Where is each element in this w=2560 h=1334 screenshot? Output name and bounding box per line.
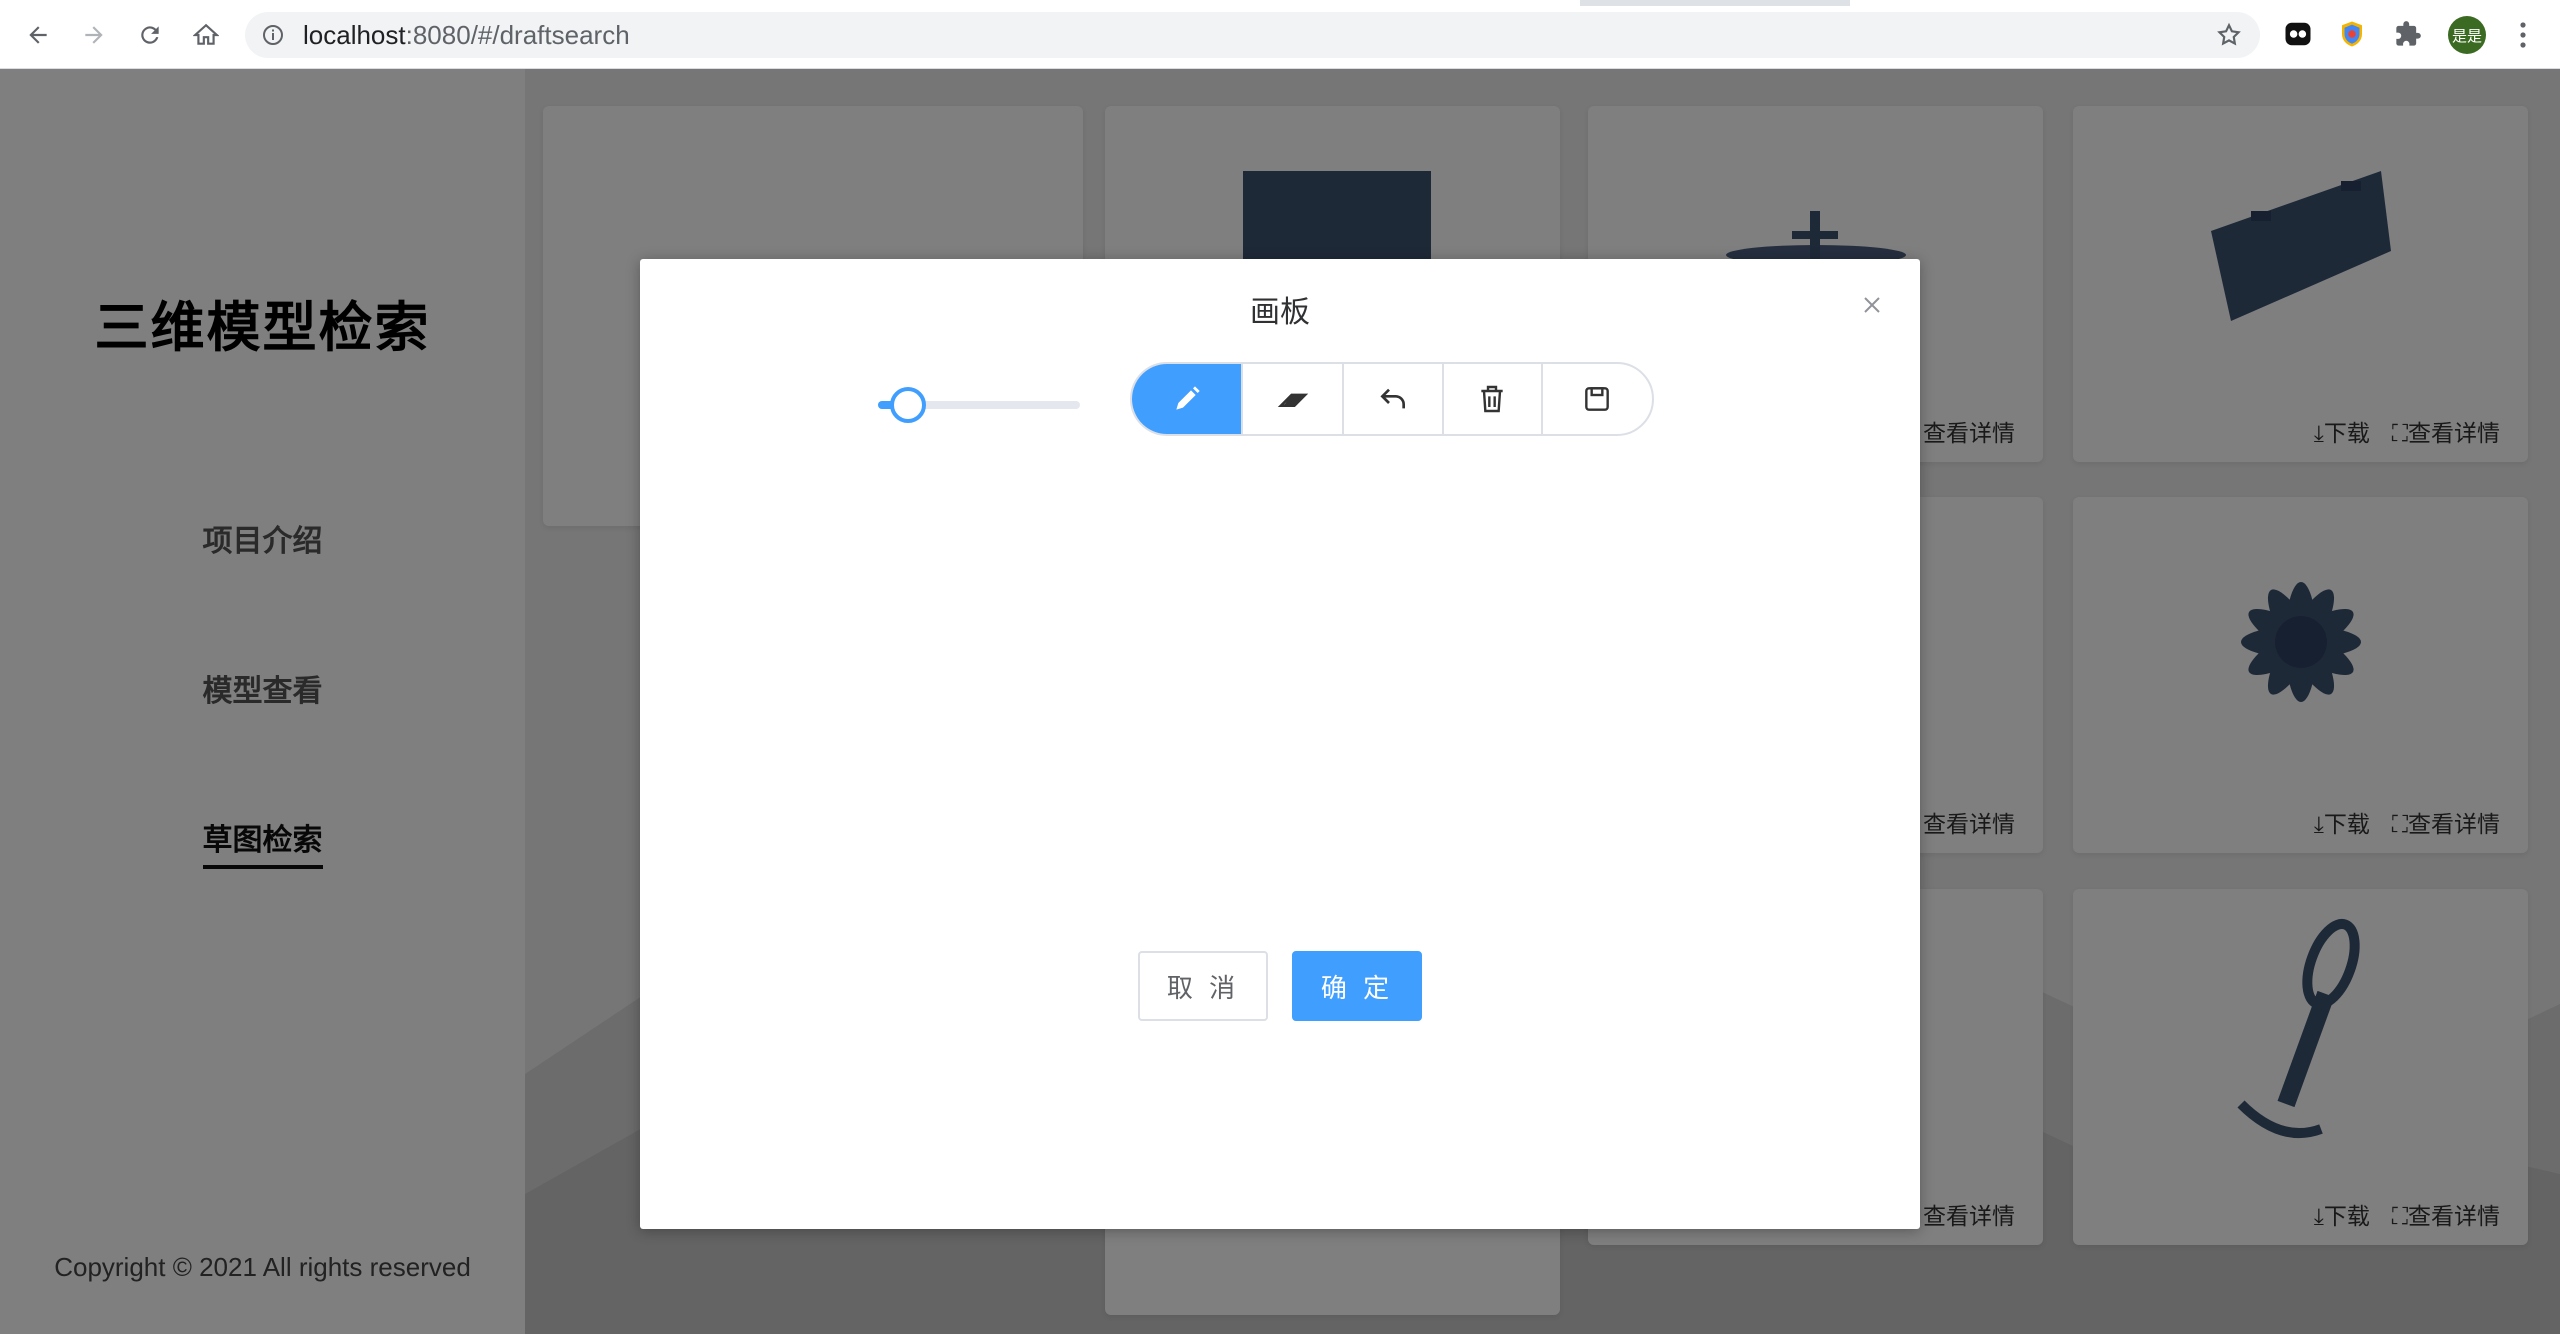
info-icon[interactable] (261, 23, 285, 47)
extensions-puzzle-icon[interactable] (2392, 18, 2424, 50)
tab-strip (0, 0, 2560, 6)
eraser-icon (1277, 393, 1308, 407)
url-text: localhost:8080/#/draftsearch (303, 20, 630, 50)
browser-toolbar: localhost:8080/#/draftsearch 是是 (0, 0, 2560, 69)
slider-handle[interactable] (890, 387, 926, 423)
confirm-button[interactable]: 确 定 (1292, 951, 1422, 1021)
forward-button[interactable] (74, 15, 114, 55)
clear-button[interactable] (1441, 364, 1541, 434)
eraser-tool-button[interactable] (1241, 364, 1342, 434)
brush-size-slider[interactable] (878, 385, 1080, 425)
arrow-right-icon (85, 26, 103, 44)
close-icon (1864, 297, 1880, 313)
pencil-icon (1175, 386, 1200, 410)
undo-button[interactable] (1342, 364, 1441, 434)
pencil-tool-button[interactable] (1132, 364, 1242, 434)
bookmark-star-icon[interactable] (2216, 22, 2242, 48)
profile-avatar[interactable]: 是是 (2448, 16, 2486, 54)
drawing-toolbar (1130, 362, 1654, 436)
save-button[interactable] (1540, 364, 1652, 434)
undo-icon (1380, 388, 1405, 409)
extension-ghost-icon[interactable] (2282, 18, 2314, 50)
drawing-board-dialog: 画板 (640, 259, 1920, 1229)
reload-button[interactable] (130, 15, 170, 55)
home-icon (193, 23, 219, 45)
home-button[interactable] (186, 15, 226, 55)
url-host: localhost (303, 20, 406, 50)
back-button[interactable] (18, 15, 58, 55)
cancel-button[interactable]: 取 消 (1138, 951, 1268, 1021)
page: 三维模型检索 项目介绍 模型查看 草图检索 Copyright © 2021 A… (0, 69, 2560, 1334)
trash-icon (1481, 385, 1503, 413)
dialog-title: 画板 (1250, 295, 1310, 330)
reload-icon (141, 26, 159, 44)
close-button[interactable] (1858, 291, 1886, 319)
extension-shield-icon[interactable] (2336, 18, 2368, 50)
arrow-left-icon (29, 26, 47, 44)
browser-menu-icon[interactable] (2508, 18, 2538, 52)
drawing-canvas[interactable] (640, 459, 1920, 1159)
save-icon (1585, 387, 1610, 411)
url-path: :8080/#/draftsearch (405, 20, 630, 50)
address-bar[interactable]: localhost:8080/#/draftsearch (245, 12, 2260, 58)
